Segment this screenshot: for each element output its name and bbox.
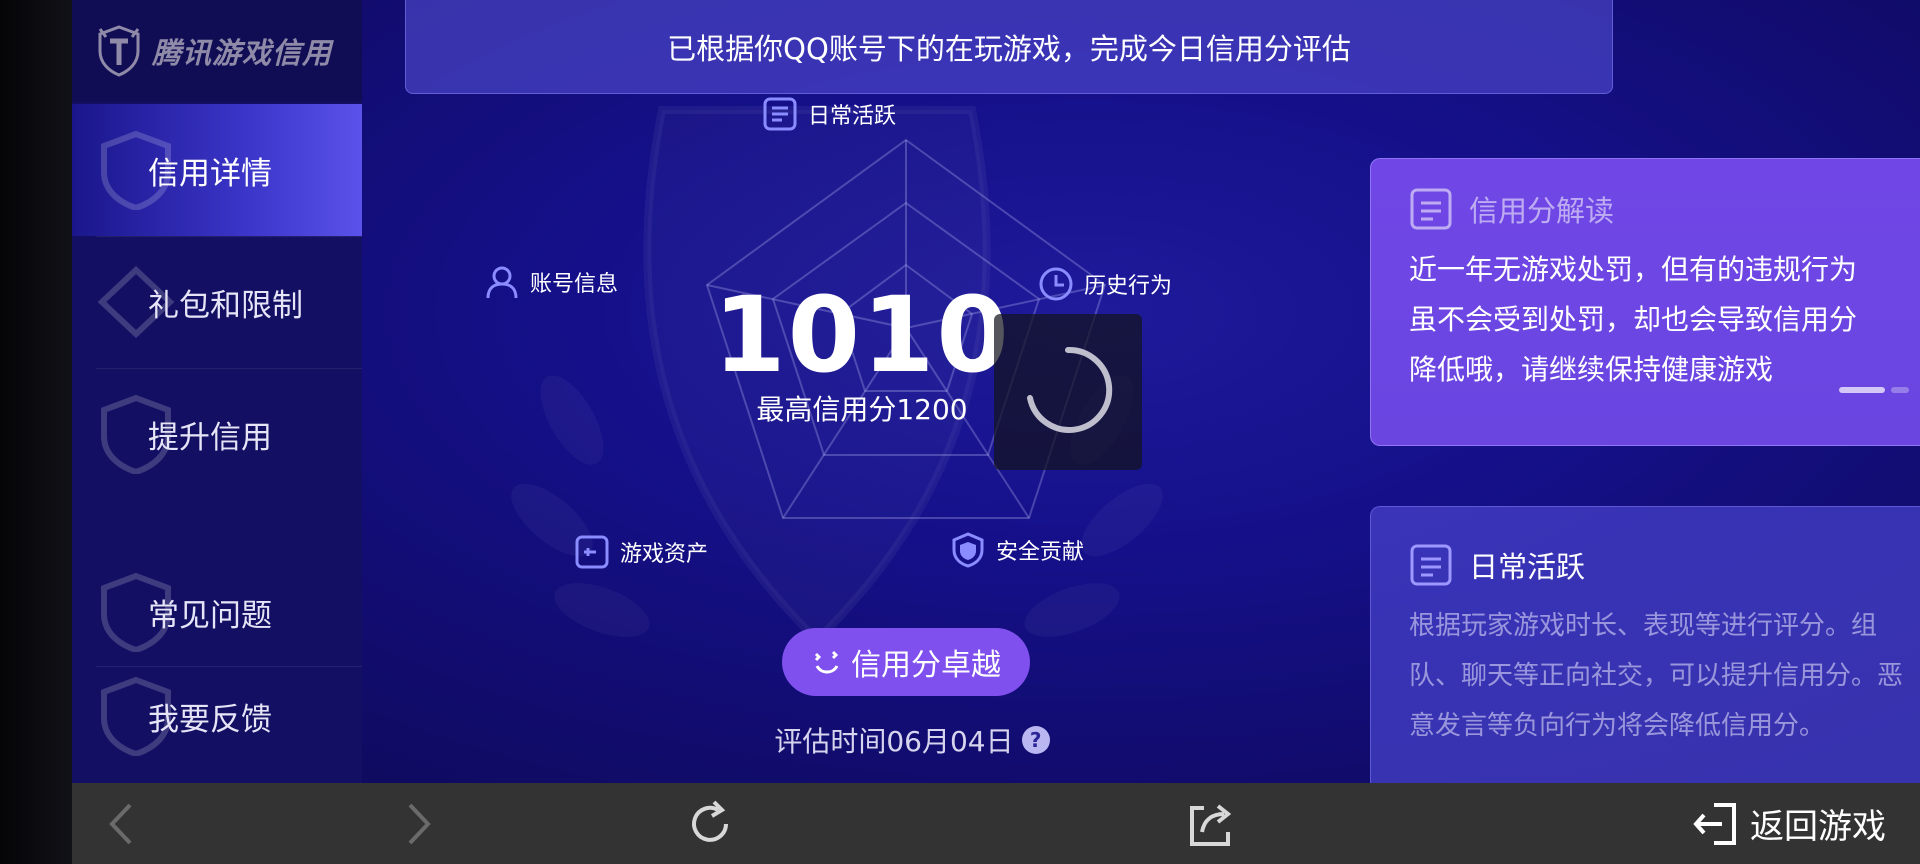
logo-text: 腾讯游戏信用 bbox=[152, 36, 333, 70]
spinner-icon bbox=[1027, 346, 1113, 433]
card-line: 虽不会受到处罚，却也会导致信用分 bbox=[1409, 303, 1858, 336]
back-button[interactable] bbox=[102, 783, 142, 864]
carousel-dots[interactable] bbox=[1839, 387, 1909, 393]
exit-icon bbox=[1693, 802, 1736, 845]
return-to-game-label: 返回游戏 bbox=[1750, 807, 1886, 847]
credit-level-badge[interactable]: 信用分卓越 bbox=[782, 628, 1030, 696]
dimension-label: 日常活跃 bbox=[808, 104, 897, 129]
dimension-daily-active: 日常活跃 bbox=[762, 96, 896, 132]
loading-overlay bbox=[994, 314, 1142, 470]
card-line: 队、聊天等正向社交，可以提升信用分。恶 bbox=[1409, 661, 1904, 691]
card-line: 意发言等负向行为将会降低信用分。 bbox=[1409, 711, 1826, 741]
card-title: 信用分解读 bbox=[1409, 187, 1911, 231]
refresh-button[interactable] bbox=[684, 783, 736, 864]
share-button[interactable] bbox=[1184, 783, 1236, 864]
dimension-history: 历史行为 bbox=[1038, 266, 1172, 302]
score-interpretation-card: 信用分解读 近一年无游戏处罚，但有的违规行为 虽不会受到处罚，却也会导致信用分 … bbox=[1370, 158, 1920, 446]
card-title-text: 信用分解读 bbox=[1469, 194, 1615, 228]
return-to-game-button[interactable]: 返回游戏 bbox=[1690, 783, 1886, 864]
dimension-label: 安全贡献 bbox=[996, 540, 1085, 565]
bottom-toolbar: 返回游戏 bbox=[72, 783, 1920, 864]
max-score-label: 最高信用分1200 bbox=[756, 393, 968, 426]
card-line: 降低哦，请继续保持健康游戏 bbox=[1409, 353, 1774, 386]
sidebar-item-credit-details[interactable]: 信用详情 bbox=[72, 104, 362, 236]
doc-icon bbox=[1410, 188, 1452, 230]
smile-icon bbox=[814, 650, 839, 674]
sidebar-item-improve-credit[interactable]: 提升信用 bbox=[72, 368, 362, 500]
dimension-security: 安全贡献 bbox=[950, 532, 1084, 568]
asset-icon bbox=[575, 535, 609, 569]
doc-icon bbox=[1410, 544, 1452, 586]
dimension-account: 账号信息 bbox=[484, 264, 618, 300]
dimension-assets: 游戏资产 bbox=[574, 534, 708, 570]
sidebar-item-label: 提升信用 bbox=[148, 419, 272, 456]
chevron-left-icon bbox=[109, 803, 132, 844]
user-icon bbox=[486, 266, 518, 299]
logo: 腾讯游戏信用 bbox=[72, 0, 362, 102]
sidebar-item-label: 信用详情 bbox=[148, 155, 272, 192]
card-line: 近一年无游戏处罚，但有的违规行为 bbox=[1409, 253, 1858, 286]
sidebar-item-faq[interactable]: 常见问题 bbox=[72, 552, 362, 672]
credit-score: 1010 bbox=[713, 274, 1011, 396]
card-title: 日常活跃 bbox=[1409, 543, 1911, 587]
sidebar-item-label: 常见问题 bbox=[148, 597, 272, 634]
left-edge bbox=[0, 0, 72, 864]
card-title-text: 日常活跃 bbox=[1469, 550, 1586, 584]
shield-icon bbox=[952, 532, 984, 568]
chevron-right-icon bbox=[408, 803, 431, 844]
doc-icon bbox=[763, 97, 797, 131]
share-icon bbox=[1190, 803, 1232, 846]
credit-level-label: 信用分卓越 bbox=[851, 648, 1001, 683]
sidebar-item-label: 我要反馈 bbox=[148, 701, 272, 738]
app-screen: 腾讯游戏信用 信用详情 礼包和限制 提升信用 常见问题 我要反馈 已根据你QQ账… bbox=[72, 0, 1920, 783]
evaluation-time-label: 评估时间06月04日 bbox=[774, 725, 1014, 758]
help-icon[interactable]: ? bbox=[1021, 726, 1050, 754]
card-line: 根据玩家游戏时长、表现等进行评分。组 bbox=[1409, 611, 1878, 641]
logo-shield-icon bbox=[98, 25, 140, 77]
card-body: 根据玩家游戏时长、表现等进行评分。组 队、聊天等正向社交，可以提升信用分。恶 意… bbox=[1409, 601, 1911, 751]
evaluation-time: 评估时间06月04日 ? bbox=[712, 720, 1112, 760]
card-body: 近一年无游戏处罚，但有的违规行为 虽不会受到处罚，却也会导致信用分 降低哦，请继… bbox=[1409, 245, 1911, 395]
dimension-label: 游戏资产 bbox=[620, 542, 709, 567]
sidebar-item-label: 礼包和限制 bbox=[148, 287, 303, 324]
refresh-icon bbox=[692, 800, 728, 842]
daily-active-card: 日常活跃 根据玩家游戏时长、表现等进行评分。组 队、聊天等正向社交，可以提升信用… bbox=[1370, 506, 1920, 783]
dimension-label: 账号信息 bbox=[530, 272, 619, 297]
sidebar: 腾讯游戏信用 信用详情 礼包和限制 提升信用 常见问题 我要反馈 bbox=[72, 0, 362, 783]
sidebar-item-gifts-limits[interactable]: 礼包和限制 bbox=[72, 236, 362, 368]
clock-icon bbox=[1039, 267, 1073, 301]
sidebar-item-feedback[interactable]: 我要反馈 bbox=[72, 656, 362, 776]
dimension-label: 历史行为 bbox=[1084, 274, 1173, 299]
forward-button[interactable] bbox=[398, 783, 438, 864]
